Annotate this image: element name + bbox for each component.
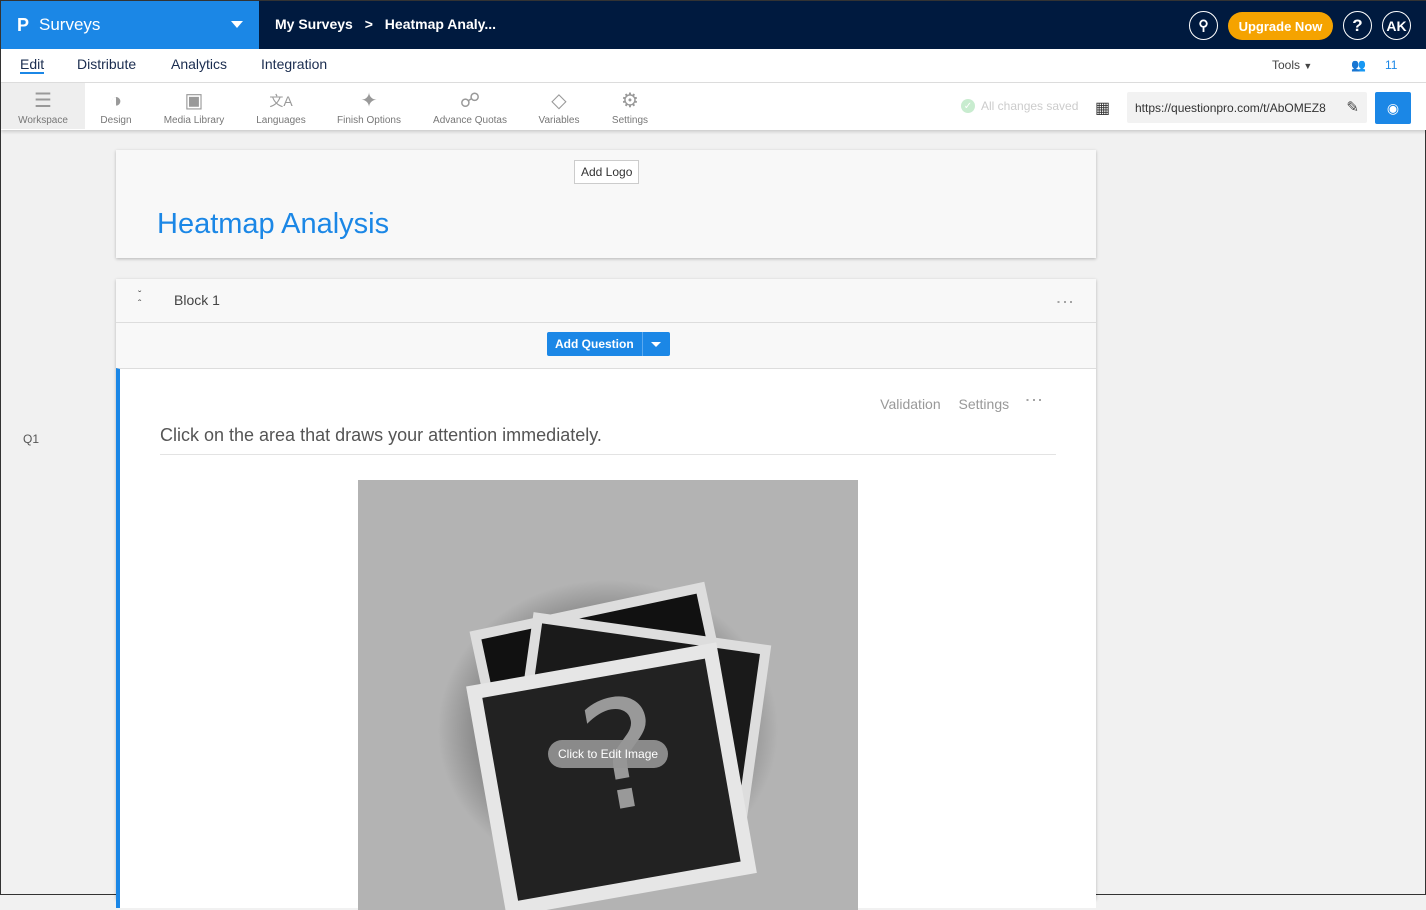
tool-label: Advance Quotas xyxy=(433,115,507,126)
collapse-icon[interactable]: ˇˆ xyxy=(138,291,141,309)
tool-label: Finish Options xyxy=(337,115,401,126)
image-placeholder-icon: ? xyxy=(358,480,858,910)
heatmap-image[interactable]: ? Click to Edit Image xyxy=(358,480,858,910)
survey-url-field[interactable]: https://questionpro.com/t/AbOMEZ8 ✎ xyxy=(1127,92,1367,123)
breadcrumb: My Surveys > Heatmap Analy... xyxy=(275,16,504,32)
eye-icon: ◉ xyxy=(1387,100,1399,117)
product-switcher[interactable]: P Surveys xyxy=(1,1,259,49)
search-icon: ⚲ xyxy=(1198,17,1208,34)
top-bar: P Surveys My Surveys > Heatmap Analy... … xyxy=(1,1,1426,49)
question-text[interactable]: Click on the area that draws your attent… xyxy=(160,425,1056,455)
question-menu-icon[interactable]: ⋮ xyxy=(1031,391,1036,409)
add-question-button[interactable]: Add Question xyxy=(547,332,670,356)
upgrade-button[interactable]: Upgrade Now xyxy=(1228,12,1333,40)
pencil-icon[interactable]: ✎ xyxy=(1342,98,1359,116)
collaborators-count[interactable]: 11 xyxy=(1385,58,1397,72)
block-name: Block 1 xyxy=(174,292,220,308)
save-status: ✓ All changes saved xyxy=(961,99,1078,113)
workspace-icon: ☰ xyxy=(34,89,52,113)
check-icon: ✓ xyxy=(961,99,975,113)
tool-finish-options[interactable]: ✦ Finish Options xyxy=(331,83,407,129)
gear-icon: ⚙ xyxy=(621,89,639,113)
tool-label: Media Library xyxy=(164,115,225,126)
breadcrumb-current: Heatmap Analy... xyxy=(385,16,496,32)
validation-link[interactable]: Validation xyxy=(880,396,940,412)
tool-languages[interactable]: 文A Languages xyxy=(251,83,311,129)
main-nav: Edit Distribute Analytics Integration To… xyxy=(1,49,1426,83)
translate-icon: 文A xyxy=(269,89,292,113)
add-question-dropdown[interactable] xyxy=(642,332,670,356)
tools-menu[interactable]: Tools ▼ xyxy=(1272,58,1312,72)
tools-label: Tools xyxy=(1272,58,1300,72)
preview-button[interactable]: ◉ xyxy=(1375,92,1411,124)
tool-label: Workspace xyxy=(18,115,68,126)
search-button[interactable]: ⚲ xyxy=(1189,11,1218,40)
product-name: Surveys xyxy=(39,15,100,35)
tool-settings[interactable]: ⚙ Settings xyxy=(607,83,653,129)
tab-analytics[interactable]: Analytics xyxy=(171,56,227,72)
block-header: ˇˆ Block 1 ⋮ xyxy=(116,279,1096,323)
question-number: Q1 xyxy=(23,432,39,446)
chevron-down-icon xyxy=(231,21,243,28)
tab-distribute[interactable]: Distribute xyxy=(77,56,136,72)
breadcrumb-my-surveys[interactable]: My Surveys xyxy=(275,16,353,32)
breadcrumb-separator: > xyxy=(365,16,373,32)
avatar[interactable]: AK xyxy=(1382,11,1411,40)
tab-edit[interactable]: Edit xyxy=(20,56,44,74)
tool-variables[interactable]: ◇ Variables xyxy=(534,83,584,129)
tool-workspace[interactable]: ☰ Workspace xyxy=(1,83,85,129)
tool-media-library[interactable]: ▣ Media Library xyxy=(159,83,229,129)
tool-label: Languages xyxy=(256,115,306,126)
block-menu-icon[interactable]: ⋮ xyxy=(1062,293,1067,311)
edit-image-button[interactable]: Click to Edit Image xyxy=(548,740,668,768)
tag-icon: ◇ xyxy=(551,89,566,113)
tab-integration[interactable]: Integration xyxy=(261,56,327,72)
collaborators-icon: 👥 xyxy=(1351,58,1366,72)
tool-label: Design xyxy=(100,115,131,126)
question-card[interactable]: Validation Settings ⋮ Click on the area … xyxy=(116,368,1096,908)
link-icon: ☍ xyxy=(460,89,480,113)
qr-code-icon[interactable]: ▦ xyxy=(1095,98,1110,118)
tool-label: Variables xyxy=(539,115,580,126)
image-icon: ▣ xyxy=(185,89,204,113)
tool-label: Settings xyxy=(612,115,648,126)
add-question-label: Add Question xyxy=(547,337,642,351)
add-logo-button[interactable]: Add Logo xyxy=(574,160,639,184)
chevron-down-icon: ▼ xyxy=(1303,61,1312,71)
settings-link[interactable]: Settings xyxy=(959,396,1010,412)
help-button[interactable]: ? xyxy=(1343,11,1372,40)
chevron-down-icon xyxy=(651,342,661,347)
tool-design[interactable]: ◑ Design xyxy=(91,83,141,129)
survey-title[interactable]: Heatmap Analysis xyxy=(157,208,389,241)
tool-advance-quotas[interactable]: ☍ Advance Quotas xyxy=(429,83,511,129)
survey-url: https://questionpro.com/t/AbOMEZ8 xyxy=(1135,101,1326,115)
survey-block: ˇˆ Block 1 ⋮ Add Question Validation Set… xyxy=(116,279,1096,899)
question-actions: Validation Settings ⋮ xyxy=(866,391,1036,412)
logo-icon: P xyxy=(17,15,29,36)
magic-wand-icon: ✦ xyxy=(361,89,378,113)
survey-header-card: Add Logo Heatmap Analysis xyxy=(116,150,1096,258)
save-status-text: All changes saved xyxy=(981,99,1078,113)
palette-icon: ◑ xyxy=(110,89,122,113)
